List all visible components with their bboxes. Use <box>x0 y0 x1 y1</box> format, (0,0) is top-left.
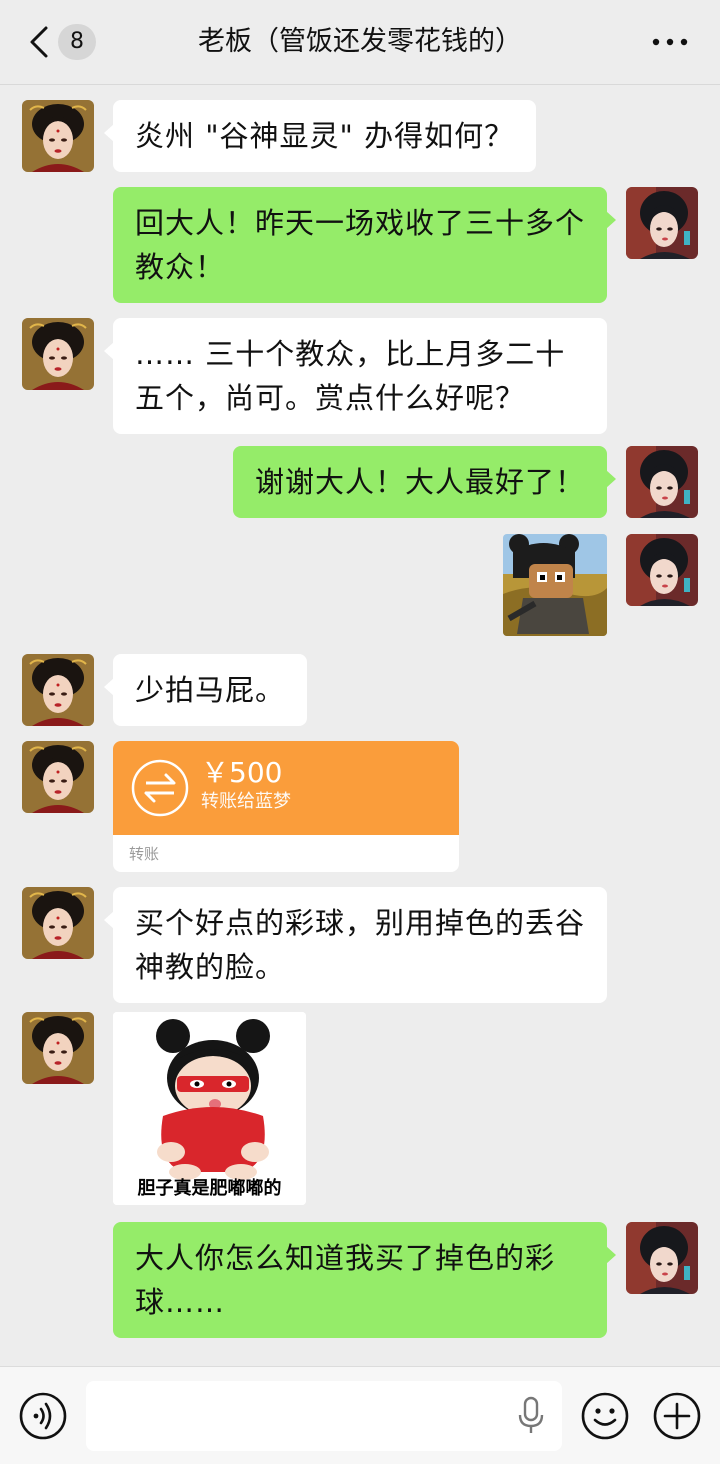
contact-avatar[interactable] <box>22 1012 94 1084</box>
transfer-arrows-icon <box>131 759 189 817</box>
message-bubble-outgoing[interactable]: 回大人！昨天一场戏收了三十多个教众！ <box>113 187 616 303</box>
self-avatar[interactable] <box>626 446 698 518</box>
transfer-description: 转账给蓝梦 <box>201 791 291 812</box>
sticker-caption: 胆子真是肥嘟嘟的 <box>137 1178 282 1199</box>
self-avatar[interactable] <box>626 187 698 259</box>
mic-icon[interactable] <box>514 1395 548 1435</box>
emoji-button[interactable] <box>580 1391 630 1441</box>
more-dots-icon <box>652 38 688 46</box>
voice-button[interactable] <box>18 1391 68 1441</box>
chat-header: 8 老板（管饭还发零花钱的） <box>0 0 720 85</box>
transfer-amount: ￥500 <box>201 756 283 789</box>
message-text: 少拍马屁。 <box>135 673 286 707</box>
message-bubble-incoming[interactable]: 炎州 "谷神显灵" 办得如何？ <box>103 100 537 172</box>
plus-icon <box>653 1392 701 1440</box>
contact-avatar[interactable] <box>22 318 94 390</box>
contact-avatar[interactable] <box>22 741 94 813</box>
voice-icon <box>19 1392 67 1440</box>
message-bubble-incoming[interactable]: …… 三十个教众，比上月多二十五个，尚可。赏点什么好呢？ <box>104 318 607 434</box>
message-text: 回大人！昨天一场戏收了三十多个教众！ <box>135 206 586 284</box>
message-text: 大人你怎么知道我买了掉色的彩球…… <box>135 1241 556 1319</box>
transfer-card[interactable]: ￥500 转账给蓝梦 转账 <box>113 741 459 872</box>
message-bubble-outgoing[interactable]: 谢谢大人！大人最好了！ <box>232 446 617 518</box>
chevron-left-icon <box>30 26 48 58</box>
contact-avatar[interactable] <box>22 887 94 959</box>
message-bubble-outgoing[interactable]: 大人你怎么知道我买了掉色的彩球…… <box>113 1222 616 1338</box>
self-avatar[interactable] <box>626 1222 698 1294</box>
message-text: 谢谢大人！大人最好了！ <box>254 465 585 499</box>
unread-count-badge[interactable]: 8 <box>58 24 96 60</box>
emoji-icon <box>581 1392 629 1440</box>
transfer-footer-label: 转账 <box>129 845 160 863</box>
message-text: 买个好点的彩球，别用掉色的丢谷神教的脸。 <box>135 906 586 984</box>
message-text: …… 三十个教众，比上月多二十五个，尚可。赏点什么好呢？ <box>135 337 566 415</box>
message-bubble-incoming[interactable]: 买个好点的彩球，别用掉色的丢谷神教的脸。 <box>104 887 607 1003</box>
chat-title: 老板（管饭还发零花钱的） <box>198 26 522 57</box>
message-input[interactable] <box>86 1381 562 1451</box>
message-bubble-incoming[interactable]: 少拍马屁。 <box>103 654 308 726</box>
more-button[interactable] <box>650 30 690 54</box>
contact-avatar[interactable] <box>22 654 94 726</box>
self-avatar[interactable] <box>626 534 698 606</box>
sticker-image[interactable] <box>503 534 607 636</box>
plus-button[interactable] <box>652 1391 702 1441</box>
sticker-image[interactable]: 胆子真是肥嘟嘟的 <box>113 1012 306 1205</box>
input-bar <box>0 1366 720 1464</box>
contact-avatar[interactable] <box>22 100 94 172</box>
back-button[interactable] <box>22 22 62 62</box>
message-text: 炎州 "谷神显灵" 办得如何？ <box>135 119 515 153</box>
